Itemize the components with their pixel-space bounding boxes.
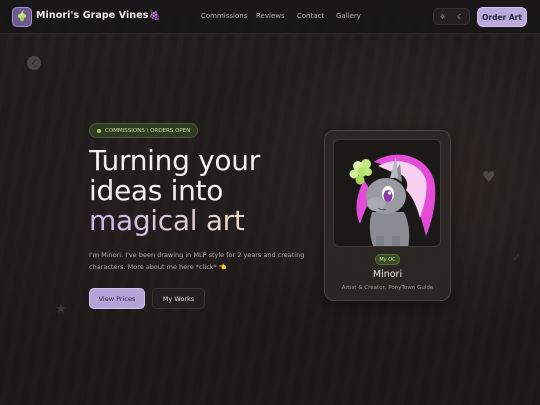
badge-label: COMMISSIONS \ ORDERS OPEN — [105, 127, 191, 134]
oc-name: Minori — [372, 269, 403, 280]
title-line-2: ideas into — [89, 174, 224, 207]
star-icon: ★ — [55, 302, 67, 317]
nav-commissions[interactable]: Commissions — [201, 12, 247, 20]
moon-icon[interactable]: ☾ — [457, 13, 463, 21]
hero-description: I'm Minori. I've been drawing in MLP sty… — [89, 251, 305, 271]
nav-gallery[interactable]: Gallery — [336, 12, 361, 20]
title-line-1: Turning your — [89, 144, 260, 177]
site-header: Minori's Grape Vines🍇 Commissions Review… — [0, 0, 540, 34]
heart-icon: ♥ — [482, 168, 496, 186]
my-works-button[interactable]: My Works — [152, 288, 205, 309]
theme-toggle[interactable]: ☼ ☾ — [433, 8, 470, 25]
nav-contact[interactable]: Contact — [297, 12, 324, 20]
nav-reviews[interactable]: Reviews — [256, 12, 285, 20]
oc-artwork — [333, 139, 441, 247]
commissions-status-badge: COMMISSIONS \ ORDERS OPEN — [89, 123, 199, 138]
sun-icon[interactable]: ☼ — [440, 13, 446, 21]
hero-title: Turning your ideas into magical art — [89, 146, 309, 236]
view-prices-button[interactable]: View Prices — [89, 288, 145, 309]
status-dot-icon — [97, 128, 101, 133]
checkmark-icon: ✓ — [512, 251, 522, 264]
pony-illustration — [349, 154, 436, 246]
oc-role: Artist & Creator, PonyTown Guide — [341, 285, 434, 291]
my-oc-badge: My OC — [375, 254, 400, 265]
order-art-button[interactable]: Order Art — [477, 7, 527, 27]
title-highlight: magical art — [89, 206, 309, 236]
check-circle-icon: ✓ — [27, 56, 41, 70]
